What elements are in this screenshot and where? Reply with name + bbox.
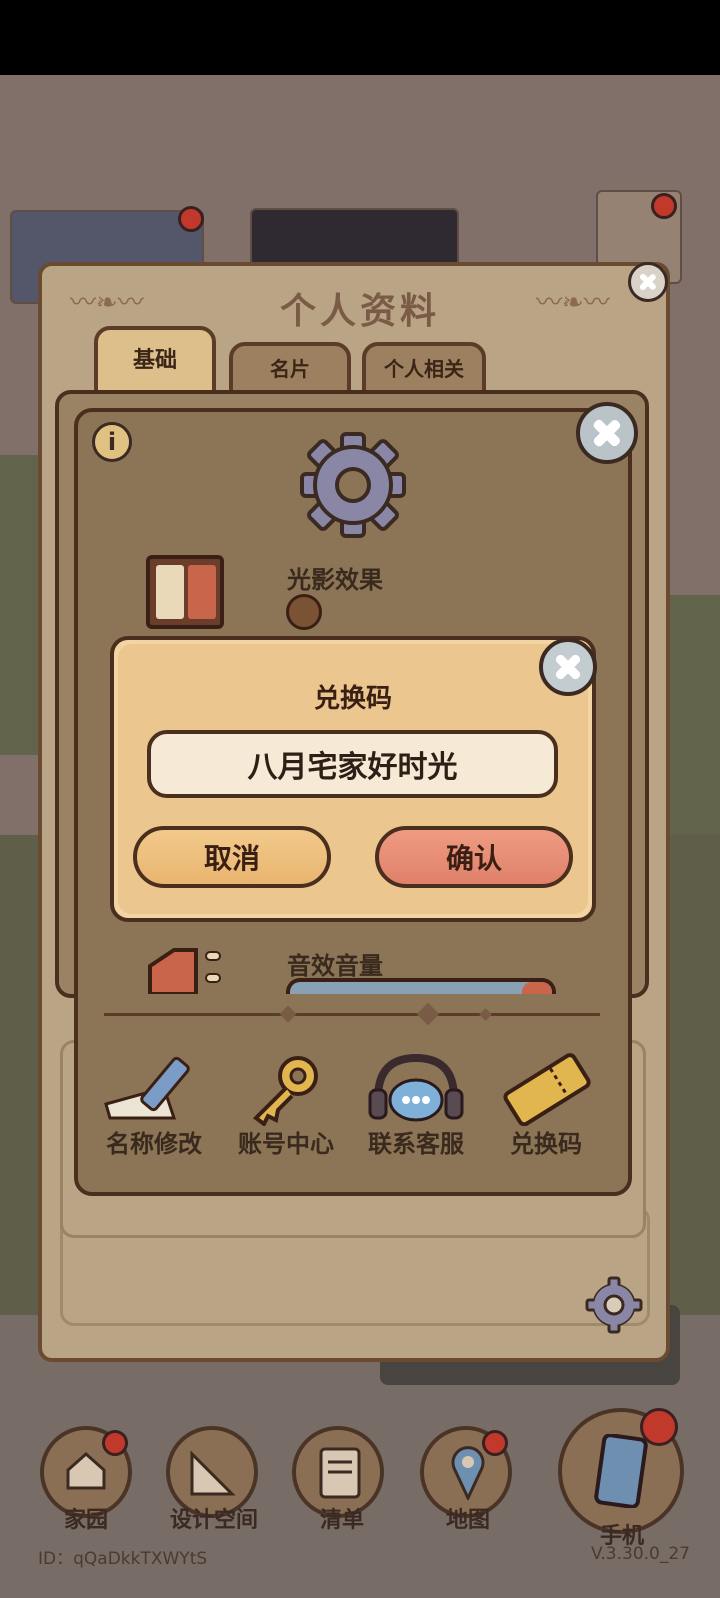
nav-design-space-label: 设计空间 — [169, 1508, 258, 1533]
close-panel-button[interactable] — [628, 262, 668, 302]
sound-volume-label: 音效音量 — [287, 952, 383, 980]
notification-badge — [102, 1430, 128, 1456]
version-label: V.3.30.0_27 — [590, 1544, 690, 1564]
nav-home-label: 家园 — [63, 1508, 108, 1533]
redeem-code-action-label[interactable]: 兑换码 — [486, 1124, 606, 1159]
light-effect-toggle[interactable] — [286, 594, 322, 630]
key-icon — [246, 1052, 326, 1128]
divider — [104, 1013, 600, 1016]
account-center-label[interactable]: 账号中心 — [226, 1124, 346, 1159]
list-icon — [318, 1446, 362, 1500]
redeem-dialog-title: 兑换码 — [313, 684, 392, 714]
map-pin-icon — [450, 1444, 486, 1502]
light-effect-label: 光影效果 — [287, 566, 383, 594]
action-customer-service[interactable] — [368, 1052, 464, 1126]
redeem-code-input[interactable] — [147, 730, 558, 798]
action-rename[interactable] — [104, 1048, 204, 1126]
notification-badge — [640, 1408, 678, 1446]
notification-badge — [178, 206, 204, 232]
action-account-center[interactable] — [246, 1052, 326, 1128]
light-shadow-icon — [146, 555, 224, 629]
ruler-icon — [188, 1448, 238, 1498]
cancel-button[interactable]: 取消 — [133, 826, 331, 888]
pencil-icon — [104, 1048, 204, 1120]
settings-gear-icon[interactable] — [585, 1276, 643, 1334]
headset-icon — [368, 1052, 464, 1126]
info-icon[interactable]: i — [92, 422, 132, 462]
tab-card[interactable]: 名片 — [229, 342, 351, 394]
close-settings-button[interactable] — [576, 402, 638, 464]
rename-label[interactable]: 名称修改 — [94, 1124, 214, 1159]
notification-badge — [482, 1430, 508, 1456]
customer-service-label[interactable]: 联系客服 — [356, 1124, 476, 1159]
ticket-icon — [498, 1050, 594, 1127]
tab-personal[interactable]: 个人相关 — [362, 342, 486, 394]
action-redeem-code[interactable] — [498, 1050, 594, 1127]
user-id: ID：qQaDkkTXWYtS — [38, 1549, 208, 1569]
sound-volume-slider[interactable] — [286, 978, 556, 994]
house-icon — [64, 1450, 108, 1490]
tab-basic[interactable]: 基础 — [94, 326, 216, 396]
speaker-icon — [146, 946, 226, 996]
notification-badge — [651, 193, 677, 219]
nav-checklist-label: 清单 — [319, 1508, 364, 1533]
settings-gear-icon — [298, 430, 408, 540]
phone-icon — [594, 1433, 648, 1509]
nav-map-label: 地图 — [445, 1508, 490, 1533]
confirm-button[interactable]: 确认 — [375, 826, 573, 888]
